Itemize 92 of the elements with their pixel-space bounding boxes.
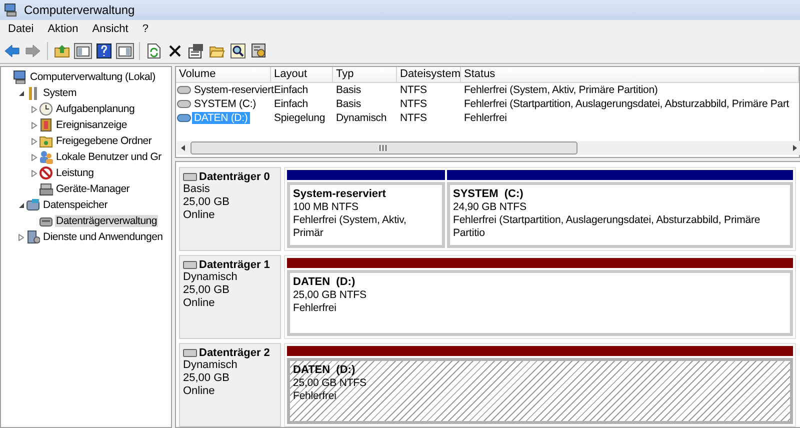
tree-item[interactable]: Leistung: [55, 167, 95, 179]
disk-status: Online: [183, 209, 216, 222]
partition-name: System-reserviert: [293, 187, 387, 201]
collapse-arrow-icon[interactable]: [18, 90, 24, 96]
disk-type: Dynamisch: [183, 271, 238, 284]
table-cell-text: Einfach: [273, 98, 309, 110]
services-icon: [26, 230, 40, 244]
partition-block[interactable]: DATEN (D:) 25,00 GB NTFS Fehlerfrei: [287, 270, 793, 336]
partition-size: 25,00 GB NTFS: [293, 289, 368, 302]
back-arrow-icon[interactable]: [3, 42, 21, 60]
partition-status: Fehlerfrei: [293, 302, 338, 315]
window-title: Computerverwaltung: [24, 3, 135, 17]
menu-item[interactable]: Datei: [2, 23, 40, 35]
drive-icon: [177, 100, 191, 108]
help-icon[interactable]: [95, 42, 113, 60]
tree-item[interactable]: Lokale Benutzer und Gr: [55, 151, 162, 163]
tree-item[interactable]: Geräte-Manager: [55, 183, 131, 195]
no-sign-icon: [39, 166, 53, 180]
disk-name[interactable]: Datenträger 2: [199, 347, 270, 359]
tree-item[interactable]: Datenspeicher: [42, 199, 108, 211]
disk-name[interactable]: Datenträger 1: [199, 259, 270, 271]
disk-size: 25,00 GB: [183, 196, 230, 209]
column-header[interactable]: Typ: [333, 67, 397, 83]
app-icon: [4, 3, 18, 17]
users-icon: [39, 150, 53, 164]
table-cell-text: Dynamisch: [335, 112, 388, 124]
partition-status: Fehlerfrei: [293, 390, 338, 403]
column-header[interactable]: Volume: [176, 67, 271, 83]
partition-name: DATEN (D:): [293, 363, 356, 377]
partition-status: Fehlerfrei (Startpartition, Auslagerungsdatei, Absturzabbild, Primäre Partitio: [453, 214, 762, 240]
computer-icon: [13, 70, 27, 84]
table-cell-text: NTFS: [399, 98, 428, 110]
disk-size: 25,00 GB: [183, 284, 230, 297]
partition-name: DATEN (D:): [293, 275, 356, 289]
partition-block[interactable]: System-reserviert 100 MB NTFS Fehlerfrei (System, Aktiv, Primär: [287, 182, 445, 248]
tree-item[interactable]: Aufgabenplanung: [55, 103, 136, 115]
table-cell-text: Spiegelung: [273, 112, 326, 124]
partition-size: 25,00 GB NTFS: [293, 377, 368, 390]
table-cell-text: Basis: [335, 84, 362, 96]
expand-arrow-icon[interactable]: [30, 170, 38, 176]
properties-icon[interactable]: [187, 42, 205, 60]
tools-icon: [26, 86, 40, 100]
partition-size: 24,90 GB NTFS: [453, 201, 528, 214]
disk-size: 25,00 GB: [183, 372, 230, 385]
console-tree-icon[interactable]: [74, 42, 92, 60]
partition-size: 100 MB NTFS: [293, 201, 360, 214]
table-cell[interactable]: SYSTEM (C:): [192, 98, 258, 110]
shared-folder-icon: [39, 134, 53, 148]
partition-name: SYSTEM (C:): [453, 187, 524, 201]
menu-item[interactable]: Ansicht: [86, 23, 134, 35]
menu-item[interactable]: ?: [136, 23, 154, 35]
event-log-icon: [39, 118, 53, 132]
settings-icon[interactable]: [250, 42, 268, 60]
drive-icon: [177, 114, 191, 122]
expand-arrow-icon[interactable]: [30, 138, 38, 144]
menu-item[interactable]: Aktion: [42, 23, 84, 35]
tree-item[interactable]: Dienste und Anwendungen: [42, 231, 164, 243]
clock-icon: [39, 102, 53, 116]
search-icon[interactable]: [229, 42, 247, 60]
tree-item[interactable]: Freigegebene Ordner: [55, 135, 153, 147]
disk-type: Basis: [183, 183, 211, 196]
horizontal-scrollbar[interactable]: [177, 141, 800, 155]
expand-arrow-icon[interactable]: [30, 154, 38, 160]
expand-arrow-icon[interactable]: [18, 234, 24, 240]
refresh-icon[interactable]: [145, 42, 163, 60]
tree-item[interactable]: System: [42, 87, 78, 99]
table-cell-text: Fehlerfrei: [463, 112, 508, 124]
action-pane-icon[interactable]: [116, 42, 134, 60]
printer-icon: [39, 182, 53, 196]
table-cell-text: Fehlerfrei (System, Aktiv, Primäre Partition): [463, 84, 659, 96]
expand-arrow-icon[interactable]: [30, 106, 38, 112]
collapse-arrow-icon[interactable]: [18, 202, 24, 208]
expand-arrow-icon[interactable]: [30, 122, 38, 128]
tree-item[interactable]: Datenträgerverwaltung: [55, 215, 158, 227]
tree-item[interactable]: Ereignisanzeige: [55, 119, 128, 131]
drive-icon: [177, 86, 191, 94]
column-header[interactable]: Status: [461, 67, 799, 83]
partition-status: Fehlerfrei (System, Aktiv, Primär: [293, 214, 408, 240]
disk-status: Online: [183, 297, 216, 310]
table-cell-text: Fehlerfrei (Startpartition, Auslagerungsdatei, Absturzabbild, Primäre Part: [463, 98, 790, 110]
disk-type: Dynamisch: [183, 359, 238, 372]
partition-block[interactable]: SYSTEM (C:) 24,90 GB NTFS Fehlerfrei (Startpartition, Auslagerungsdatei, Absturzabbild, Primäre Partitio: [447, 182, 793, 248]
partition-block[interactable]: DATEN (D:) 25,00 GB NTFS Fehlerfrei: [287, 358, 793, 424]
tree-item[interactable]: Computerverwaltung (Lokal): [29, 71, 156, 83]
column-header[interactable]: Dateisystem: [397, 67, 461, 83]
storage-icon: [26, 198, 40, 212]
table-cell-text: NTFS: [399, 84, 428, 96]
table-cell-text: Basis: [335, 98, 362, 110]
disk-name[interactable]: Datenträger 0: [199, 171, 270, 183]
disk-status: Online: [183, 385, 216, 398]
column-header[interactable]: Layout: [271, 67, 333, 83]
table-cell-text: NTFS: [399, 112, 428, 124]
